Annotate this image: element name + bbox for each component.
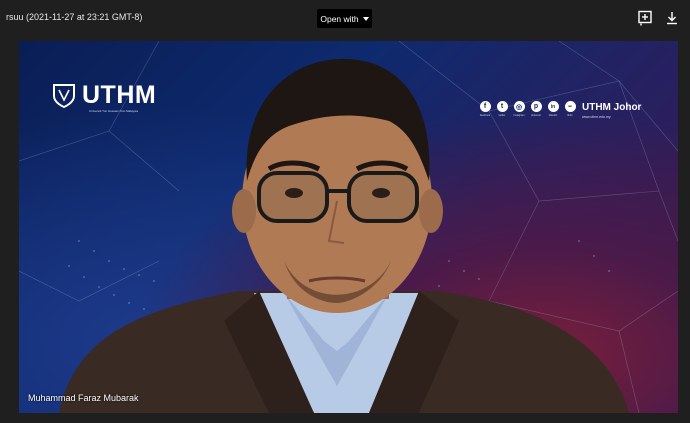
caret-down-icon [362, 17, 369, 21]
video-frame[interactable]: UTHM Universiti Tun Hussein Onn Malaysia… [19, 41, 678, 413]
speaker-video [59, 58, 629, 413]
add-to-drive-icon[interactable] [636, 9, 654, 27]
speaker-name: Muhammad Faraz Mubarak [28, 393, 139, 403]
file-title: rsuu (2021-11-27 at 23:21 GMT-8) [6, 12, 143, 22]
open-with-button[interactable]: Open with [317, 9, 372, 28]
top-bar: rsuu (2021-11-27 at 23:21 GMT-8) Open wi… [0, 0, 690, 36]
download-icon[interactable] [663, 9, 681, 27]
open-with-label: Open with [320, 13, 359, 24]
